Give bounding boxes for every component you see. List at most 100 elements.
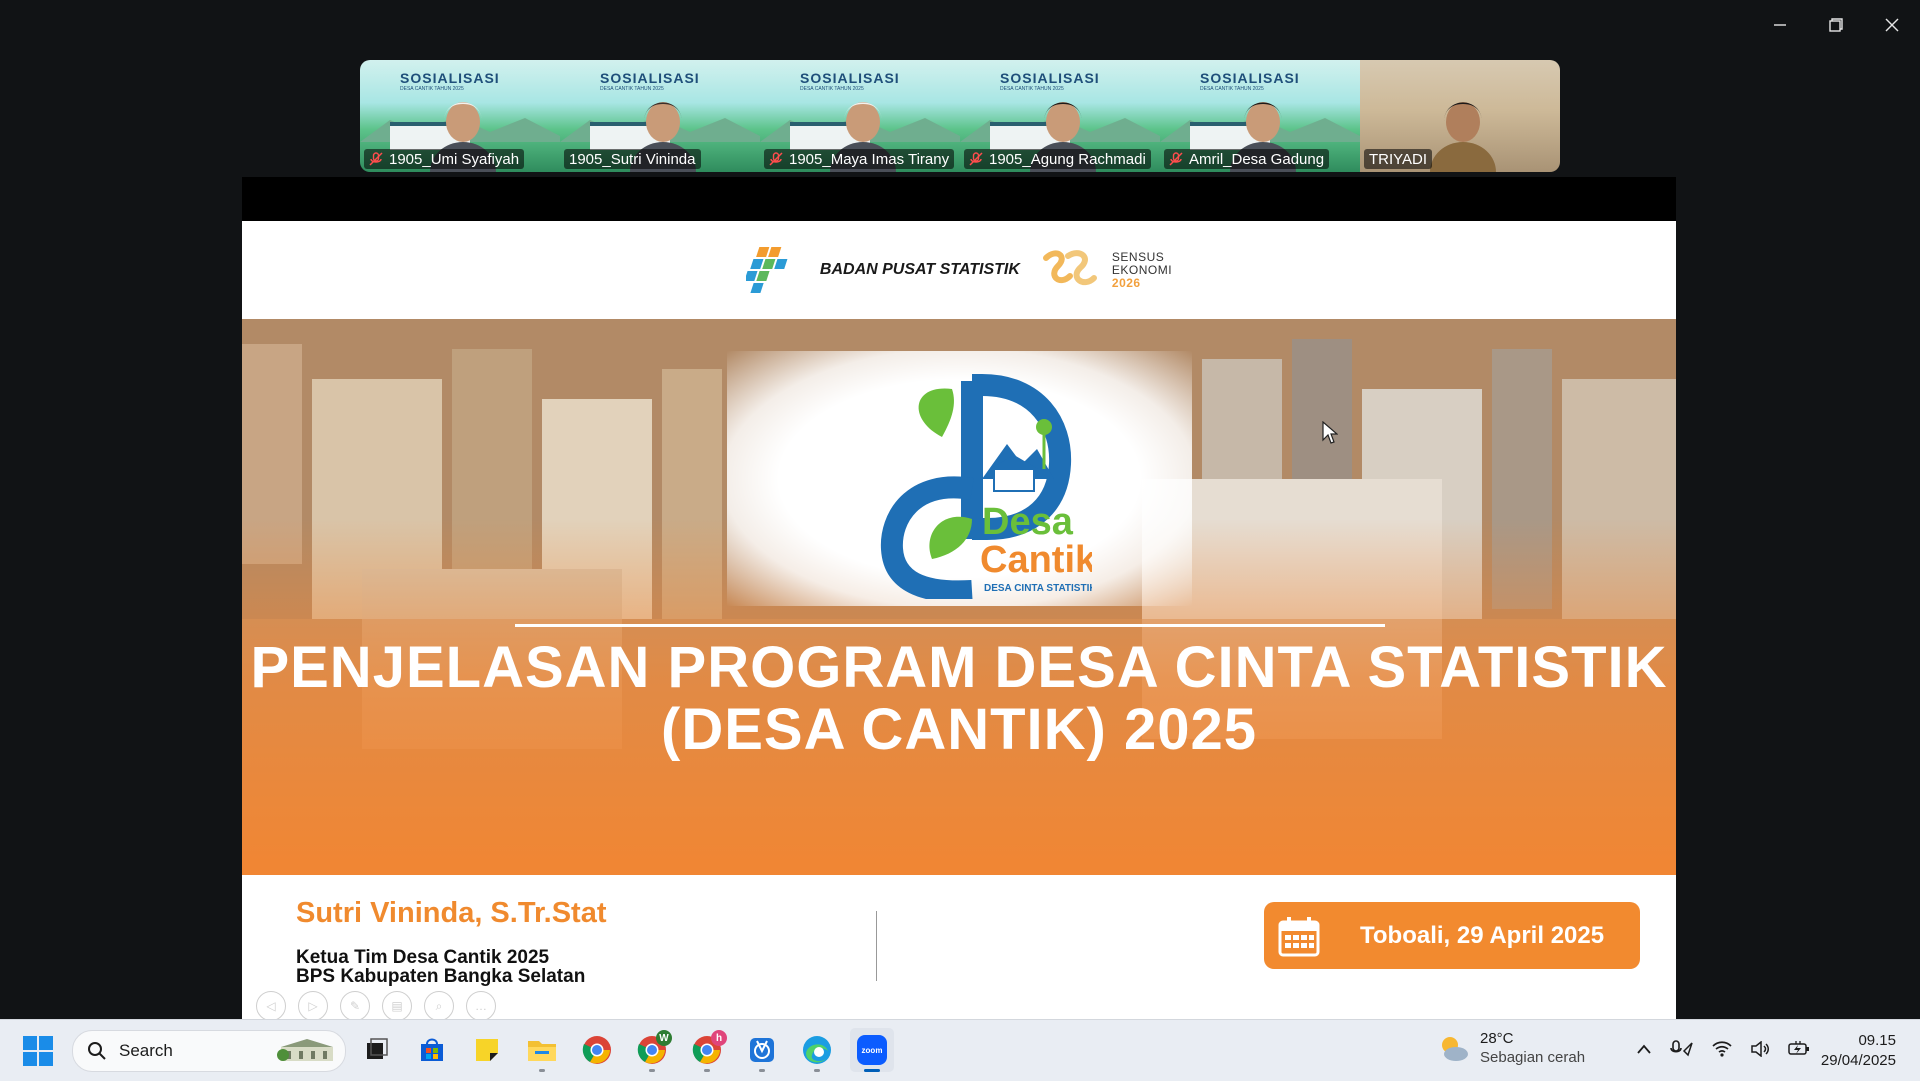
participant-tile[interactable]: SOSIALISASI DESA CANTIK TAHUN 2025 1905_Ag… [960, 60, 1160, 172]
title-line2: (DESA CANTIK) 2025 [661, 697, 1257, 762]
weather-widget[interactable]: 28°C Sebagian cerah [1438, 1030, 1585, 1066]
running-indicator [704, 1069, 710, 1072]
running-indicator [814, 1069, 820, 1072]
running-indicator [864, 1069, 880, 1072]
participant-name-label: Amril_Desa Gadung [1164, 149, 1330, 169]
mic-muted-icon [369, 152, 383, 166]
title-divider [515, 624, 1385, 627]
participant-name: Amril_Desa Gadung [1189, 150, 1325, 168]
search-box[interactable]: Search [72, 1030, 346, 1072]
participant-tile[interactable]: SOSIALISASI DESA CANTIK TAHUN 2025 1905_Su… [560, 60, 760, 172]
wifi-icon[interactable] [1712, 1041, 1732, 1057]
next-icon[interactable]: ▷ [298, 991, 328, 1019]
census-emblem-icon [1042, 250, 1097, 286]
taskbar-app-chrome-profile-w[interactable]: W [630, 1028, 674, 1072]
taskbar-app-file-explorer[interactable] [520, 1028, 564, 1072]
mic-muted-icon [1169, 152, 1183, 166]
participant-tile[interactable]: SOSIALISASI DESA CANTIK TAHUN 2025 1905_Ma… [760, 60, 960, 172]
weather-temp: 28°C [1480, 1030, 1514, 1047]
participant-tile[interactable]: SOSIALISASI DESA CANTIK TAHUN 2025 1905_Um… [360, 60, 560, 172]
participant-name: TRIYADI [1369, 150, 1428, 168]
slides-icon[interactable]: ▤ [382, 991, 412, 1019]
profile-badge: W [656, 1030, 672, 1046]
bps-logo: BADAN PUSAT STATISTIK [745, 245, 1020, 295]
start-button[interactable] [22, 1035, 54, 1072]
census-year: 2026 [1111, 275, 1141, 290]
participant-name-label: TRIYADI [1364, 149, 1433, 169]
bps-emblem-icon [745, 247, 788, 293]
taskbar-app-chrome-profile-h[interactable]: h [685, 1028, 729, 1072]
participant-name-label: 1905_Maya Imas Tirany [764, 149, 955, 169]
restore-button[interactable] [1808, 0, 1864, 50]
taskbar-app-zoom[interactable]: zoom [850, 1028, 894, 1072]
sticky-notes-icon [474, 1037, 500, 1063]
chrome-icon [582, 1035, 612, 1065]
weather-condition: Sebagian cerah [1480, 1049, 1586, 1066]
profile-badge: h [711, 1030, 727, 1046]
windows-logo-icon [23, 1036, 53, 1066]
taskbar-app-edge[interactable] [795, 1028, 839, 1072]
logo-word2: Cantik [980, 539, 1092, 581]
more-icon[interactable]: … [466, 991, 496, 1019]
running-indicator [649, 1069, 655, 1072]
calendar-icon [1278, 916, 1320, 956]
taskbar-app-sticky-notes[interactable] [465, 1028, 509, 1072]
running-indicator [759, 1069, 765, 1072]
slide-hero: Desa Cantik DESA CINTA STATISTIK PENJELA… [242, 319, 1676, 875]
participant-name: 1905_Sutri Vininda [569, 150, 696, 168]
taskbar-apps: Wh zoom [355, 1028, 894, 1072]
running-indicator [539, 1069, 545, 1072]
microsoft-store-icon [418, 1036, 446, 1064]
task-view-icon [364, 1037, 390, 1063]
shared-slide: BADAN PUSAT STATISTIK SENSUS EKONOMI 202… [242, 177, 1676, 1019]
slide-controls: ◁ ▷ ✎ ▤ ⌕ … [256, 991, 496, 1019]
battery-charging-icon[interactable] [1788, 1041, 1810, 1057]
taskbar-app-microsoft-store[interactable] [410, 1028, 454, 1072]
file-explorer-icon [527, 1037, 557, 1063]
close-button[interactable] [1864, 0, 1920, 50]
participant-name: 1905_Umi Syafiyah [389, 150, 520, 168]
clock-date: 29/04/2025 [1820, 1052, 1896, 1069]
participant-name: 1905_Agung Rachmadi [989, 150, 1146, 168]
annotate-icon[interactable]: ✎ [340, 991, 370, 1019]
logo-word1: Desa [982, 501, 1074, 543]
desa-cantik-logo: Desa Cantik DESA CINTA STATISTIK [727, 351, 1192, 606]
presenter-name: Sutri Vininda, S.Tr.Stat [296, 897, 607, 929]
clock[interactable]: 09.15 29/04/2025 [1821, 1031, 1896, 1071]
chevron-up-icon[interactable] [1636, 1043, 1652, 1055]
volume-icon[interactable] [1750, 1041, 1770, 1057]
date-box: Toboali, 29 April 2025 [1264, 902, 1640, 969]
participant-name-label: 1905_Agung Rachmadi [964, 149, 1151, 169]
taskbar-app-task-view[interactable] [355, 1028, 399, 1072]
snipping-tool-icon [748, 1036, 776, 1064]
participant-tile[interactable]: SOSIALISASI DESA CANTIK TAHUN 2025 Amril_D… [1160, 60, 1360, 172]
search-label: Search [119, 1041, 173, 1060]
clock-time: 09.15 [1858, 1032, 1896, 1049]
window-controls [1752, 0, 1920, 50]
census-logo: SENSUS EKONOMI 2026 [1038, 246, 1172, 294]
partly-cloudy-icon [1442, 1037, 1468, 1061]
mouse-pointer-icon [1322, 421, 1338, 444]
prev-icon[interactable]: ◁ [256, 991, 286, 1019]
participant-name: 1905_Maya Imas Tirany [789, 150, 950, 168]
mic-muted-icon [769, 152, 783, 166]
zoom-label: zoom [862, 1046, 883, 1055]
participant-video [1430, 102, 1496, 172]
zoom-icon: zoom [856, 1034, 888, 1066]
participant-tile[interactable]: TRIYADI [1360, 60, 1560, 172]
census-line2: EKONOMI [1111, 262, 1173, 277]
minimize-button[interactable] [1752, 0, 1808, 50]
org-name: BADAN PUSAT STATISTIK [819, 261, 1020, 278]
zoom-icon[interactable]: ⌕ [424, 991, 454, 1019]
slide-top-bar [242, 177, 1676, 221]
microphone-in-use-icon[interactable] [1670, 1039, 1694, 1059]
presenter-office: BPS Kabupaten Bangka Selatan [296, 966, 586, 987]
taskbar-app-snipping-tool[interactable] [740, 1028, 784, 1072]
system-tray [1636, 1039, 1810, 1059]
participant-name-label: 1905_Umi Syafiyah [364, 149, 525, 169]
search-icon [88, 1042, 106, 1060]
edge-icon [802, 1035, 832, 1065]
presentation-date: Toboali, 29 April 2025 [1360, 921, 1605, 949]
title-line1: PENJELASAN PROGRAM DESA CINTA STATISTIK [250, 635, 1668, 700]
taskbar-app-chrome[interactable] [575, 1028, 619, 1072]
